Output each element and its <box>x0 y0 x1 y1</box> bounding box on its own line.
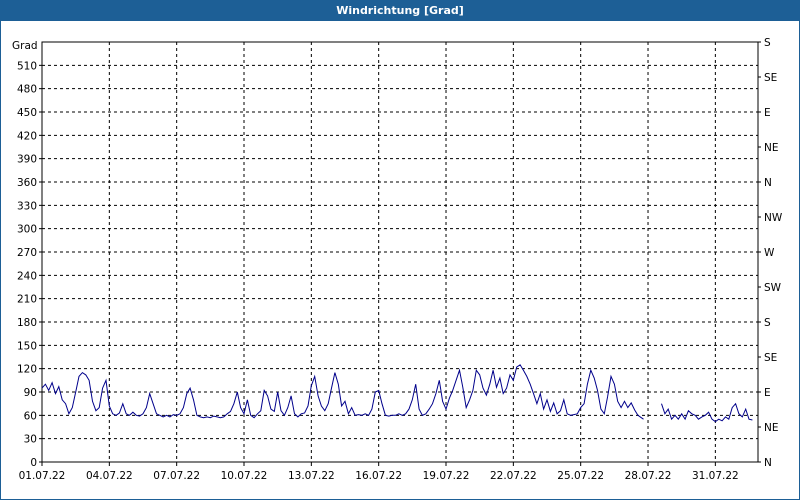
compass-label: E <box>764 387 771 399</box>
right-axis-labels: N NE E SE S SW W NW N NE E SE S <box>758 37 783 469</box>
compass-label: E <box>764 107 771 119</box>
y-tick-label: 390 <box>17 154 37 166</box>
compass-label: S <box>764 317 771 329</box>
x-tick-label: 01.07.22 <box>19 470 66 482</box>
y-tick-label: 450 <box>17 107 37 119</box>
compass-label: S <box>764 37 771 49</box>
compass-label: NE <box>764 422 779 434</box>
compass-label: W <box>764 247 775 259</box>
y-axis-title: Grad <box>12 40 38 52</box>
compass-label: SE <box>764 352 777 364</box>
x-tick-label: 07.07.22 <box>153 470 200 482</box>
y-tick-label: 30 <box>24 434 37 446</box>
x-tick-label: 10.07.22 <box>221 470 268 482</box>
y-tick-label: 60 <box>24 410 37 422</box>
wind-direction-chart: 0 30 60 90 120 150 180 210 240 270 300 330 360 390 420… <box>12 37 783 482</box>
y-tick-label: 300 <box>17 224 37 236</box>
y-tick-label: 180 <box>17 317 37 329</box>
grid-lines <box>42 42 758 462</box>
compass-label: NW <box>764 212 783 224</box>
y-tick-label: 360 <box>17 177 37 189</box>
x-tick-label: 16.07.22 <box>355 470 402 482</box>
y-tick-label: 150 <box>17 340 37 352</box>
series-line-segment <box>661 402 753 423</box>
y-tick-label: 420 <box>17 130 37 142</box>
x-tick-label: 04.07.22 <box>86 470 133 482</box>
compass-label: N <box>764 177 772 189</box>
x-tick-label: 28.07.22 <box>625 470 672 482</box>
y-tick-label: 240 <box>17 270 37 282</box>
x-tick-label: 22.07.22 <box>490 470 537 482</box>
y-tick-label: 330 <box>17 200 37 212</box>
y-tick-label: 120 <box>17 364 37 376</box>
y-tick-label: 210 <box>17 294 37 306</box>
compass-label: SE <box>764 72 777 84</box>
left-axis-labels: 0 30 60 90 120 150 180 210 240 270 300 330 360 390 420… <box>17 60 42 469</box>
series-lines <box>41 364 753 423</box>
y-tick-label: 270 <box>17 247 37 259</box>
x-tick-label: 31.07.22 <box>692 470 739 482</box>
compass-label: NE <box>764 142 779 154</box>
x-tick-label: 25.07.22 <box>557 470 604 482</box>
x-tick-label: 19.07.22 <box>423 470 470 482</box>
y-tick-label: 510 <box>17 60 37 72</box>
x-axis-labels: 01.07.22 04.07.22 07.07.22 10.07.22 13.07.22… <box>19 462 739 482</box>
y-tick-label: 90 <box>24 387 37 399</box>
compass-label: SW <box>764 282 782 294</box>
compass-label: N <box>764 457 772 469</box>
y-tick-label: 0 <box>30 457 37 469</box>
y-tick-label: 480 <box>17 84 37 96</box>
x-tick-label: 13.07.22 <box>288 470 335 482</box>
